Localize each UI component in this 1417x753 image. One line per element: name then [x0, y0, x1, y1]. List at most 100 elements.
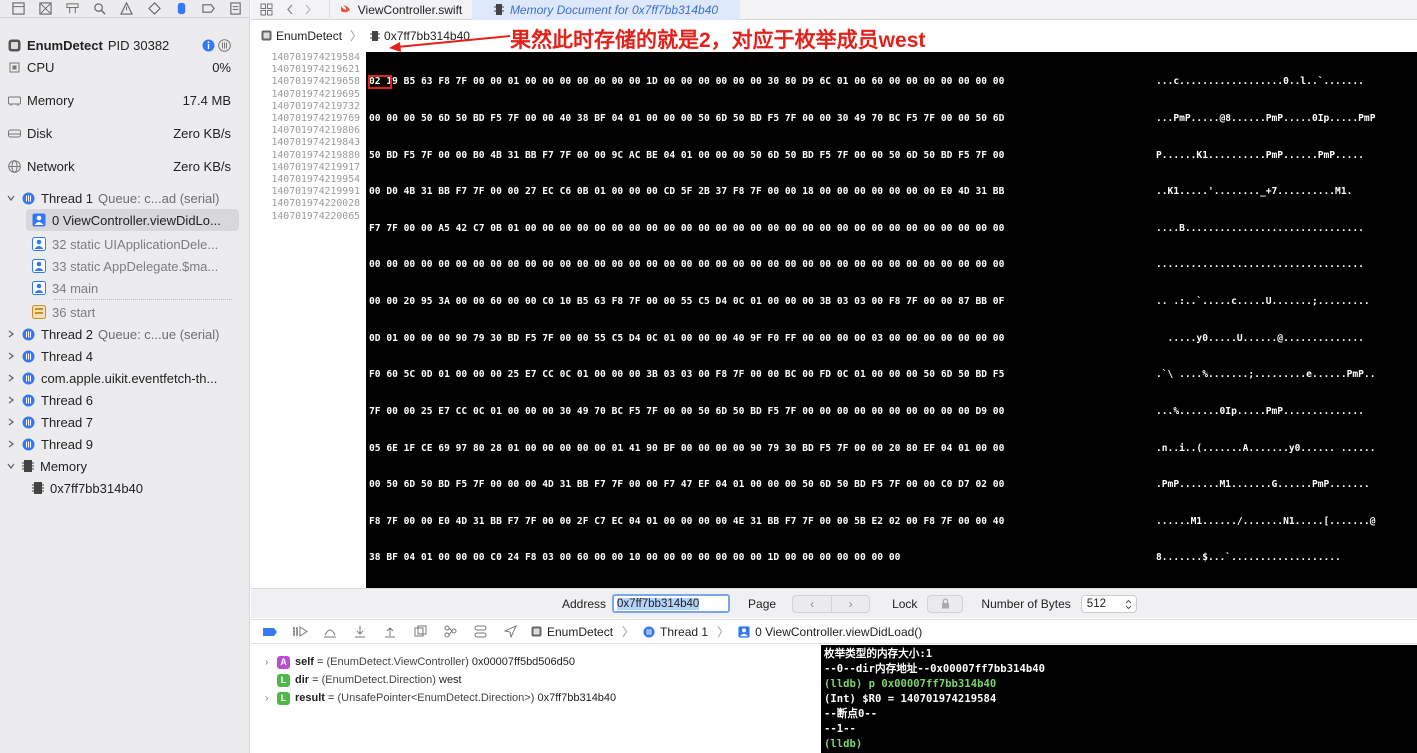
stack-frame-32[interactable]: 32 static UIApplicationDele... [26, 233, 239, 255]
breakpoints-toggle-button[interactable] [255, 627, 285, 637]
thread-icon [22, 328, 35, 341]
memory-address: 140701974220065 [271, 210, 360, 222]
thread-row-1[interactable]: Thread 1 Queue: c...ad (serial) [0, 187, 239, 209]
swift-icon [340, 4, 352, 16]
variable-row-self[interactable]: › A self = (EnumDetect.ViewController) 0… [251, 653, 821, 671]
lock-icon [941, 598, 950, 609]
thread-row-4[interactable]: Thread 4 [0, 345, 239, 367]
memory-graph-button[interactable] [435, 625, 465, 638]
stack-frame-36[interactable]: 36 start [26, 301, 239, 323]
chevron-right-icon[interactable] [6, 418, 16, 426]
test-navigator-icon[interactable] [141, 0, 168, 18]
ascii-column[interactable]: ...c..................0..l..`....... ...… [1156, 52, 1376, 589]
memory-group-row[interactable]: Memory [0, 455, 239, 477]
step-into-button[interactable] [345, 625, 375, 638]
step-out-button[interactable] [375, 626, 405, 638]
memory-chip-icon [32, 481, 44, 495]
lock-button[interactable] [927, 594, 964, 613]
chevron-right-icon[interactable] [6, 330, 16, 338]
memory-chip-icon [22, 459, 34, 473]
stack-frame-34[interactable]: 34 main [26, 277, 239, 299]
stack-frame-0[interactable]: 0 ViewController.viewDidLo... [26, 209, 239, 231]
globe-icon [8, 159, 21, 173]
gauge-network[interactable]: Network Zero KB/s [8, 157, 231, 175]
variable-row-dir[interactable]: L dir = (EnumDetect.Direction) west [251, 671, 821, 689]
highlighted-byte[interactable]: 02 [368, 75, 392, 90]
gauge-disk[interactable]: Disk Zero KB/s [8, 124, 231, 142]
memory-group-label: Memory [40, 458, 87, 474]
tab-memory-document[interactable]: Memory Document for 0x7ff7bb314b40 [472, 0, 740, 20]
variable-type: (EnumDetect.Direction) [321, 674, 436, 686]
project-navigator-icon[interactable] [5, 0, 32, 18]
process-row[interactable]: EnumDetect PID 30382 [8, 36, 231, 54]
gauge-cpu[interactable]: CPU 0% [8, 58, 231, 76]
info-icon[interactable] [202, 39, 215, 52]
thread-row-9[interactable]: Thread 9 [0, 433, 239, 455]
back-arrow-icon[interactable] [281, 4, 299, 15]
find-navigator-icon[interactable] [86, 0, 113, 18]
grid-icon[interactable] [251, 3, 281, 16]
hex-row: 00 00 20 95 3A 00 00 60 00 00 C0 10 B5 6… [369, 296, 1005, 308]
chevron-down-icon[interactable] [6, 194, 16, 202]
memory-hex-view[interactable]: 02 19 B5 63 F8 7F 00 00 01 00 00 00 00 0… [366, 52, 1417, 588]
bytes-select[interactable]: 512 [1080, 594, 1137, 613]
breakpoint-navigator-icon[interactable] [195, 0, 222, 18]
console-prompt[interactable]: (lldb) [824, 737, 1417, 752]
memory-address: 140701974219658 [271, 76, 360, 88]
view-hierarchy-button[interactable] [405, 625, 435, 638]
source-control-icon[interactable] [32, 0, 59, 18]
chevron-right-icon[interactable] [6, 374, 16, 382]
variable-name: dir [295, 674, 310, 686]
gauge-value: Zero KB/s [173, 125, 231, 141]
simulate-location-button[interactable] [495, 625, 525, 638]
thread-name: Thread 7 [41, 414, 94, 430]
breadcrumb-thread[interactable]: Thread 1 [660, 625, 708, 639]
environment-overrides-button[interactable] [465, 625, 495, 638]
stack-frame-33[interactable]: 33 static AppDelegate.$ma... [26, 255, 239, 277]
threads-filter-icon[interactable] [218, 38, 231, 52]
step-over-button[interactable] [315, 626, 345, 638]
tab-viewcontroller-swift[interactable]: ViewController.swift [330, 0, 472, 20]
thread-row-7[interactable]: Thread 7 [0, 411, 239, 433]
issue-navigator-icon[interactable] [113, 0, 140, 18]
lock-label: Lock [892, 596, 918, 611]
chevron-right-icon: 〉 [717, 625, 730, 639]
continue-button[interactable] [285, 626, 315, 637]
thread-row-6[interactable]: Thread 6 [0, 389, 239, 411]
debug-console[interactable]: 枚举类型的内存大小:1 --0--dir内存地址--0x00007ff7bb31… [821, 645, 1417, 753]
thread-row-eventfetch[interactable]: com.apple.uikit.eventfetch-th... [0, 367, 239, 389]
memory-address: 140701974219806 [271, 125, 360, 137]
page-next-button[interactable]: › [831, 595, 869, 612]
symbol-navigator-icon[interactable] [59, 0, 86, 18]
chevron-right-icon[interactable] [6, 352, 16, 360]
chevron-right-icon[interactable] [6, 440, 16, 448]
address-input[interactable]: 0x7ff7bb314b40 [612, 594, 731, 613]
hex-column[interactable]: 02 19 B5 63 F8 7F 00 00 01 00 00 00 00 0… [368, 52, 1005, 589]
jump-bar-project[interactable]: EnumDetect [276, 29, 342, 43]
ascii-row: .PmP.......M1.......G......PmP....... [1156, 479, 1370, 491]
console-line: --断点0-- [824, 708, 878, 720]
ascii-row: .................................... [1156, 259, 1364, 271]
variable-row-result[interactable]: › L result = (UnsafePointer<EnumDetect.D… [251, 689, 821, 707]
chevron-right-icon[interactable]: › [265, 693, 277, 704]
bytes-label: Number of Bytes [981, 596, 1071, 611]
ascii-row: .n..i..(.......A.......y0...... ...... [1156, 442, 1376, 454]
app-icon [8, 39, 21, 52]
variable-value: 0x7ff7bb314b40 [537, 692, 617, 704]
page-previous-button[interactable]: ‹ [793, 596, 831, 612]
thread-name: Thread 9 [41, 436, 94, 452]
chevron-right-icon[interactable] [6, 396, 16, 404]
report-navigator-icon[interactable] [222, 0, 249, 18]
debug-navigator-icon[interactable] [168, 0, 195, 18]
thread-row-2[interactable]: Thread 2 Queue: c...ue (serial) [0, 323, 239, 345]
breadcrumb-project[interactable]: EnumDetect [547, 625, 613, 639]
gauge-label: Network [27, 158, 75, 174]
chevron-right-icon[interactable]: › [265, 657, 277, 668]
breadcrumb-frame[interactable]: 0 ViewController.viewDidLoad() [755, 625, 922, 639]
memory-address: 140701974219843 [271, 137, 360, 149]
chevron-down-icon[interactable] [6, 462, 16, 470]
gauge-memory[interactable]: Memory 17.4 MB [8, 91, 231, 109]
forward-arrow-icon[interactable] [299, 4, 317, 15]
memory-item-row[interactable]: 0x7ff7bb314b40 [26, 477, 239, 499]
gauge-label: Disk [27, 125, 53, 141]
